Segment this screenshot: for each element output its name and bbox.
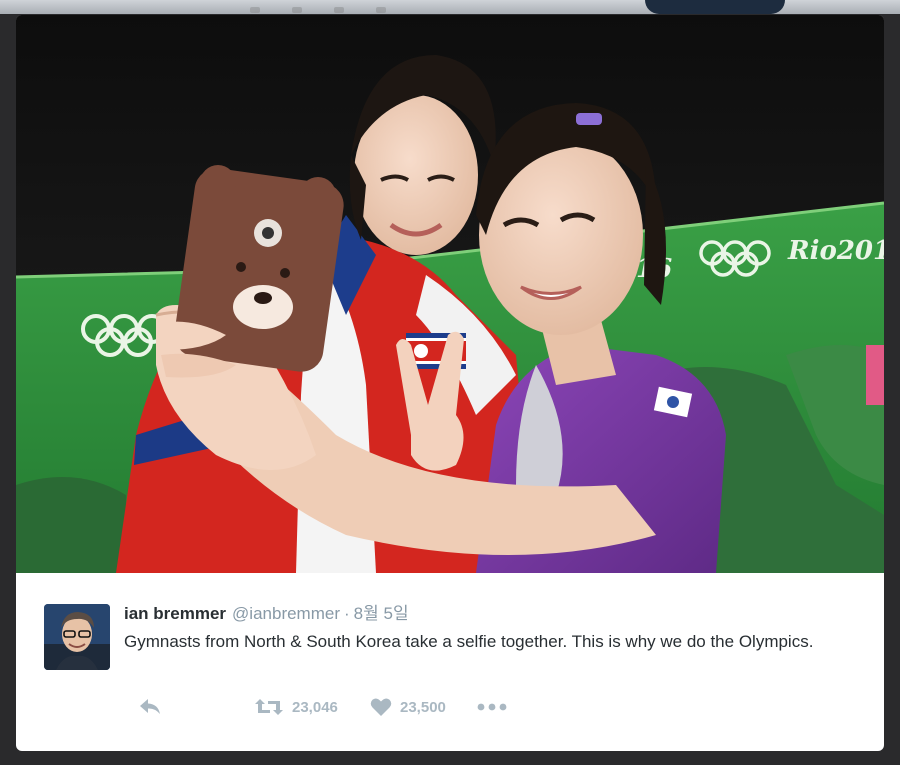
author-name[interactable]: ian bremmer [124, 604, 226, 623]
like-button[interactable]: 23,500 [370, 689, 446, 725]
tweet-header: ian bremmer @ianbremmer · 8월 5일 [124, 603, 409, 625]
tweet-date[interactable]: 8월 5일 [354, 604, 409, 623]
more-icon [477, 703, 507, 711]
profile-photo-icon [44, 604, 110, 670]
more-button[interactable] [477, 689, 507, 725]
like-count: 23,500 [400, 698, 446, 716]
reply-button[interactable] [138, 689, 162, 725]
background-ghost-actions [250, 0, 430, 13]
retweet-button[interactable]: 23,046 [254, 689, 338, 725]
reply-icon [140, 699, 160, 714]
background-window-strip [0, 0, 900, 14]
tweet-text: Gymnasts from North & South Korea take a… [124, 632, 814, 651]
retweet-count: 23,046 [292, 698, 338, 716]
selfie-photo-illustration: Rio2016 16 [16, 15, 884, 573]
author-handle[interactable]: @ianbremmer [232, 604, 340, 623]
tweet-body: ian bremmer @ianbremmer · 8월 5일 Gymnasts fr… [16, 573, 884, 751]
avatar[interactable] [44, 604, 110, 670]
heart-icon [370, 698, 392, 716]
tweet-photo[interactable]: Rio2016 16 [16, 15, 884, 573]
header-separator: · [344, 604, 350, 623]
rio-2016-banner-text: Rio2016 [787, 236, 884, 266]
background-avatar-fragment [645, 0, 785, 14]
tweet-card: Rio2016 16 [16, 15, 884, 751]
retweet-icon [255, 699, 283, 715]
